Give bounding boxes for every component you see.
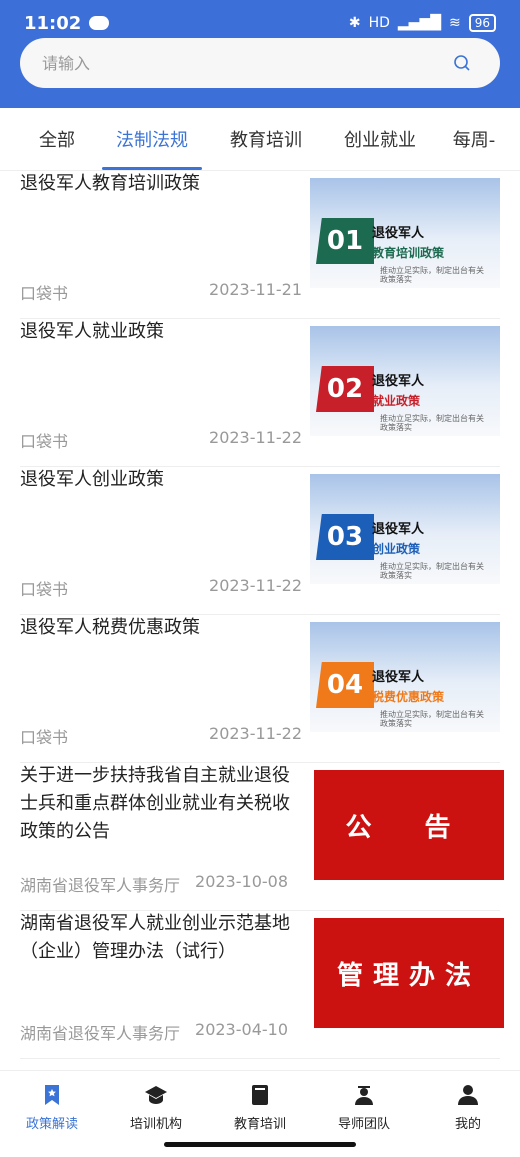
list-item[interactable]: 退役军人创业政策 口袋书 2023-11-22 03 退役军人 创业政策 推动立足… (20, 466, 500, 615)
article-source: 口袋书 (20, 580, 69, 599)
article-source: 口袋书 (20, 728, 69, 747)
nav-label: 培训机构 (129, 1117, 182, 1132)
article-date: 2023-10-08 (195, 872, 288, 891)
article-date: 2023-11-22 (209, 724, 302, 743)
wifi-icon: ≋ (448, 15, 461, 31)
article-source: 口袋书 (20, 432, 69, 451)
article-title: 关于进一步扶持我省自主就业退役士兵和重点群体创业就业有关税收政策的公告 (20, 765, 290, 842)
search-icon[interactable] (444, 45, 480, 81)
search-bar[interactable] (20, 38, 500, 88)
article-title: 退役军人教育培训政策 (20, 173, 200, 194)
header-bar: 11:02 ✱ HD ▂▄▆█ ≋ 96 (0, 0, 520, 108)
thumb-number: 01 (316, 218, 374, 264)
nav-policy[interactable]: 政策解读 (0, 1071, 104, 1157)
article-thumbnail: 04 退役军人 税费优惠政策 推动立足实际，制定出台有关政策落实 (310, 622, 500, 732)
article-source: 口袋书 (20, 284, 69, 303)
article-date: 2023-04-10 (195, 1020, 288, 1039)
signal-icon: ▂▄▆█ (397, 15, 441, 31)
user-icon (458, 1085, 478, 1105)
list-item[interactable]: 退役军人教育培训政策 口袋书 2023-11-21 01 退役军人 教育培训政策 … (20, 170, 500, 319)
bluetooth-icon: ✱ (348, 15, 361, 31)
article-date: 2023-11-22 (209, 576, 302, 595)
tab-education[interactable]: 教育培训 (216, 108, 316, 170)
bookmark-icon (45, 1085, 59, 1105)
article-date: 2023-11-21 (209, 280, 302, 299)
nav-label: 我的 (454, 1117, 481, 1132)
article-title: 退役军人税费优惠政策 (20, 617, 200, 638)
article-source: 湖南省退役军人事务厅 (20, 1024, 181, 1043)
article-title: 退役军人创业政策 (20, 469, 164, 490)
article-thumbnail: 01 退役军人 教育培训政策 推动立足实际，制定出台有关政策落实 (310, 178, 500, 288)
article-list: 退役军人教育培训政策 口袋书 2023-11-21 01 退役军人 教育培训政策 … (0, 170, 520, 1070)
tab-laws[interactable]: 法制法规 (102, 108, 202, 170)
graduation-cap-icon (145, 1086, 167, 1104)
signal-label: HD (368, 15, 390, 31)
book-icon (252, 1085, 268, 1105)
search-input[interactable] (40, 52, 444, 74)
list-item[interactable]: 退役军人税费优惠政策 口袋书 2023-11-22 04 退役军人 税费优惠政策 … (20, 614, 500, 763)
list-item[interactable]: 湖南省退役军人就业创业示范基地（企业）管理办法（试行） 湖南省退役军人事务厅 20… (20, 910, 504, 1059)
article-title: 退役军人就业政策 (20, 321, 164, 342)
home-indicator (164, 1142, 356, 1147)
status-time: 11:02 (24, 12, 82, 34)
nav-label: 政策解读 (25, 1117, 78, 1132)
announcement-card: 公 告 (314, 770, 504, 880)
list-item[interactable]: 关于进一步扶持我省自主就业退役士兵和重点群体创业就业有关税收政策的公告 湖南省退… (20, 762, 504, 911)
status-bar: 11:02 ✱ HD ▂▄▆█ ≋ 96 (24, 10, 496, 36)
nav-label: 教育培训 (233, 1117, 286, 1132)
article-thumbnail: 03 退役军人 创业政策 推动立足实际，制定出台有关政策落实 (310, 474, 500, 584)
battery-icon: 96 (468, 14, 496, 32)
list-item[interactable]: 退役军人就业政策 口袋书 2023-11-22 02 退役军人 就业政策 推动立足… (20, 318, 500, 467)
nav-mine[interactable]: 我的 (416, 1071, 520, 1157)
management-card: 管理办法 (314, 918, 504, 1028)
thumb-number: 04 (316, 662, 374, 708)
article-title: 湖南省退役军人就业创业示范基地（企业）管理办法（试行） (20, 913, 290, 962)
category-tabs: 全部 法制法规 教育培训 创业就业 每周- (0, 108, 520, 171)
thumb-number: 02 (316, 366, 374, 412)
article-date: 2023-11-22 (209, 428, 302, 447)
article-thumbnail: 02 退役军人 就业政策 推动立足实际，制定出台有关政策落实 (310, 326, 500, 436)
teacher-icon (355, 1086, 373, 1105)
tab-weekly[interactable]: 每周- (444, 108, 504, 170)
nav-label: 导师团队 (337, 1117, 390, 1132)
tab-employment[interactable]: 创业就业 (330, 108, 430, 170)
tab-all[interactable]: 全部 (20, 108, 94, 170)
cloud-icon (89, 16, 110, 30)
thumb-number: 03 (316, 514, 374, 560)
article-source: 湖南省退役军人事务厅 (20, 876, 181, 895)
